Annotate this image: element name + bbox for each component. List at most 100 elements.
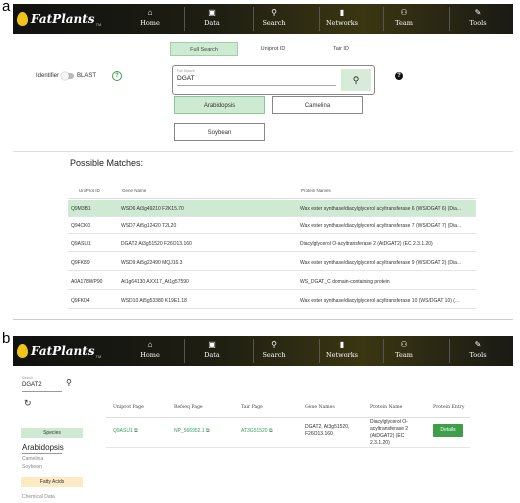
help-icon[interactable]: ? [112, 71, 122, 81]
logo-drop-icon [17, 344, 28, 358]
search-icon: ⚲ [271, 340, 277, 349]
nav-home[interactable]: ⌂ Home [125, 8, 175, 28]
panel-b-frame: FatPlants TM ⌂ Home ▣ Data ⚲ Search ▮ Networ… [13, 336, 513, 503]
table-row[interactable]: Q9ASU1 DGAT2 At3g51520 F26O13.160 Diacyl… [68, 235, 476, 252]
cell-protein-name: Wax ester synthase/diacylglycerol acyltr… [300, 298, 460, 304]
cell-gene-name: WSD10 At5g53380 K19E1.18 [121, 298, 187, 304]
cell-gene-name: DGAT2 At3g51520 F26O13.160 [121, 241, 192, 247]
external-link-icon: ⧉ [205, 428, 210, 434]
logo[interactable]: FatPlants TM [17, 341, 101, 361]
organism-camelina-button[interactable]: Camelina [272, 96, 363, 114]
chemical-data-label[interactable]: Chemical Data [22, 494, 55, 500]
nav-team-label: Team [395, 351, 413, 359]
tab-full-search[interactable]: Full Search [170, 42, 238, 56]
species-underline [22, 453, 62, 454]
top-nav-b: FatPlants TM ⌂ Home ▣ Data ⚲ Search ▮ Networ… [13, 336, 513, 366]
nav-divider [184, 339, 185, 363]
tab-tair-id[interactable]: Tair ID [307, 42, 375, 56]
fatty-acids-filter-label[interactable]: Fatty Acids [21, 477, 83, 487]
nav-home-label: Home [140, 351, 160, 359]
logo[interactable]: FatPlants TM [17, 9, 101, 29]
organism-soybean-button[interactable]: Soybean [174, 123, 265, 141]
search-input[interactable]: DGAT [177, 75, 195, 82]
col-protein-names: Protein Names [301, 188, 331, 193]
nav-search-label: Search [262, 19, 286, 27]
sidebar-search-input[interactable]: DGAT2 [22, 382, 42, 388]
table-header-divider [68, 198, 476, 199]
nav-search-label: Search [262, 351, 286, 359]
table-row[interactable]: Q9FK89 WSD9 At5g22490 MQJ16.3 Wax ester … [68, 254, 476, 271]
external-link-icon: ⧉ [268, 428, 273, 434]
nav-networks-label: Networks [325, 19, 358, 27]
data-icon: ▣ [208, 340, 216, 349]
table-row[interactable]: Q9FK04 WSD10 At5g53380 K19E1.18 Wax este… [68, 292, 476, 309]
nav-home-label: Home [140, 19, 160, 27]
data-icon: ▣ [208, 8, 216, 17]
cell-uniprot-id: Q9FK04 [71, 298, 90, 304]
networks-icon: ▮ [339, 340, 345, 349]
refresh-icon[interactable]: ↻ [24, 398, 32, 409]
tools-icon: ✎ [474, 8, 482, 17]
nav-team[interactable]: ⚇ Team [379, 8, 429, 28]
full-search-box: Full Search DGAT ⚲ [172, 65, 375, 95]
uniprot-link[interactable]: Q9ASU1 ⧉ [113, 428, 138, 434]
cell-uniprot-id: Q9FK89 [71, 260, 90, 266]
nav-divider [449, 339, 450, 363]
tab-uniprot-id[interactable]: Uniprot ID [239, 42, 307, 56]
protein-name-line-4: 2.3.1.20) [370, 440, 390, 446]
top-nav-a: FatPlants TM ⌂ Home ▣ Data ⚲ Search ▮ Networ… [13, 4, 513, 34]
cell-gene-name: WSD9 At5g22490 MQJ16.3 [121, 260, 183, 266]
nav-data-label: Data [204, 19, 220, 27]
cell-gene-name: WSD7 At5g12420 T2L20 [121, 223, 177, 229]
refseq-link[interactable]: NP_566952.1 ⧉ [174, 428, 210, 434]
help-icon-dark[interactable]: ? [395, 72, 403, 80]
gene-names-line-1: DGAT2, At3g51520, [305, 424, 350, 430]
nav-tools[interactable]: ✎ Tools [453, 340, 503, 360]
result-row-divider [106, 447, 470, 448]
team-icon: ⚇ [400, 340, 408, 349]
nav-data-label: Data [204, 351, 220, 359]
logo-drop-icon [17, 12, 28, 26]
species-option-soybean[interactable]: Soybean [22, 464, 42, 470]
details-button[interactable]: Details [433, 424, 463, 437]
table-row[interactable]: Q94CK0 WSD7 At5g12420 T2L20 Wax ester sy… [68, 217, 476, 234]
blast-label: BLAST [77, 73, 97, 79]
nav-team[interactable]: ⚇ Team [379, 340, 429, 360]
cell-protein-name: Wax ester synthase/diacylglycerol acyltr… [300, 260, 462, 266]
tair-link[interactable]: AT3G51520 ⧉ [241, 428, 273, 434]
col-gene-names: Gene Names [305, 405, 335, 410]
divider [13, 151, 513, 152]
col-protein-entry: Protein Entry [433, 405, 465, 410]
species-option-camelina[interactable]: Camelina [22, 456, 43, 462]
sidebar-search-label: Search [22, 376, 34, 380]
logo-text: FatPlants [31, 344, 95, 358]
nav-search[interactable]: ⚲ Search [249, 340, 299, 360]
organism-arabidopsis-button[interactable]: Arabidopsis [174, 96, 265, 114]
nav-networks[interactable]: ▮ Networks [317, 340, 367, 360]
nav-data[interactable]: ▣ Data [187, 340, 237, 360]
species-selected[interactable]: Arabidopsis [22, 443, 64, 452]
logo-tm: TM [95, 21, 102, 27]
table-row[interactable]: Q9M3B1 WSD6 At3g49210 F2K15.70 Wax ester… [68, 200, 476, 217]
identifier-blast-toggle[interactable] [61, 72, 75, 80]
nav-tools[interactable]: ✎ Tools [453, 8, 503, 28]
networks-icon: ▮ [339, 8, 345, 17]
identifier-label: Identifier [36, 73, 60, 79]
nav-networks[interactable]: ▮ Networks [317, 8, 367, 28]
search-button-icon[interactable]: ⚲ [341, 69, 371, 91]
nav-home[interactable]: ⌂ Home [125, 340, 175, 360]
table-row[interactable]: A0A178WP90 At1g64130 AXX17_At1g57590 WS_… [68, 273, 476, 290]
species-filter-label: Species [21, 428, 83, 438]
nav-search[interactable]: ⚲ Search [249, 8, 299, 28]
cell-uniprot-id: Q9ASU1 [71, 241, 91, 247]
nav-networks-label: Networks [325, 351, 358, 359]
tools-icon: ✎ [474, 340, 482, 349]
cell-protein-name: Wax ester synthase/diacylglycerol acyltr… [300, 223, 462, 229]
col-uniprot-id: UniProt ID [79, 188, 100, 193]
col-refseq-page: Refseq Page [174, 405, 203, 410]
possible-matches-title: Possible Matches: [70, 158, 144, 168]
sidebar-search-icon[interactable]: ⚲ [66, 378, 72, 387]
cell-uniprot-id: Q94CK0 [71, 223, 91, 229]
nav-data[interactable]: ▣ Data [187, 8, 237, 28]
panel-a-frame: FatPlants TM ⌂ Home ▣ Data ⚲ Search ▮ Networ… [13, 4, 513, 320]
